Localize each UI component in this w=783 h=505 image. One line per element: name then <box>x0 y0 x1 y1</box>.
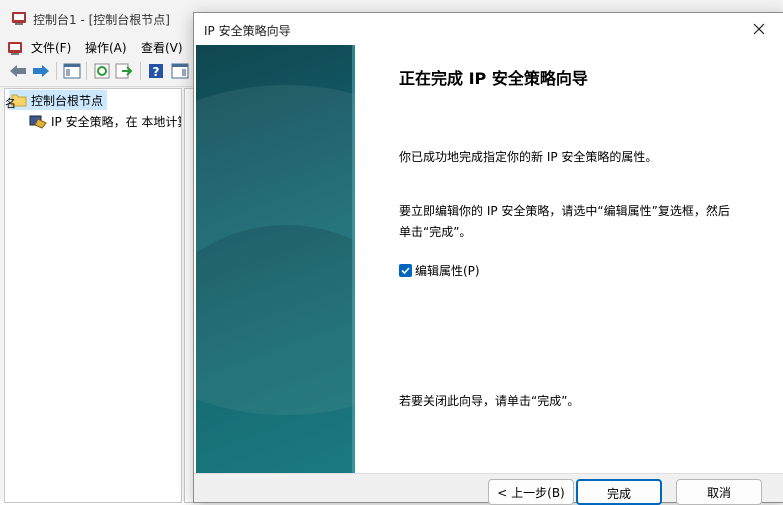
menu-action[interactable]: 操作(A) <box>85 39 127 56</box>
back-button[interactable]: < 上一步(B) <box>488 479 574 505</box>
tree-node-ip-security-policies[interactable]: IP 安全策略，在 本地计算机 <box>29 111 181 131</box>
console-tree-pane: 控制台根节点 IP 安全策略，在 本地计算机 <box>4 88 182 503</box>
ip-security-policy-wizard-dialog: IP 安全策略向导 正在完成 IP 安全策略向导 你已成功地完成指定你的新 IP… <box>193 12 783 503</box>
toolbar-separator <box>86 62 87 80</box>
mmc-app-icon <box>11 10 27 26</box>
menu-view[interactable]: 查看(V) <box>141 39 183 56</box>
wizard-title: IP 安全策略向导 <box>204 24 291 38</box>
wizard-close-instructions: 若要关闭此向导，请单击“完成”。 <box>399 394 580 408</box>
back-arrow-icon[interactable] <box>8 61 28 81</box>
export-list-icon[interactable] <box>114 61 134 81</box>
results-column-header[interactable]: 名 <box>5 95 16 111</box>
cancel-button[interactable]: 取消 <box>676 479 762 505</box>
ip-security-policy-icon <box>29 113 47 129</box>
tree-node-console-root[interactable]: 控制台根节点 <box>9 90 108 110</box>
toolbar-separator <box>56 62 57 80</box>
forward-arrow-icon[interactable] <box>31 61 51 81</box>
svg-text:?: ? <box>153 65 160 79</box>
refresh-icon[interactable] <box>92 61 112 81</box>
help-icon[interactable]: ? <box>146 61 166 81</box>
wizard-edit-instructions: 要立即编辑你的 IP 安全策略，请选中“编辑属性”复选框，然后单击“完成”。 <box>399 204 730 239</box>
edit-properties-checkbox-row[interactable]: 编辑属性(P) <box>399 262 480 279</box>
menu-file[interactable]: 文件(F) <box>31 39 71 56</box>
tree-node-label: IP 安全策略，在 本地计算机 <box>51 114 181 129</box>
mmc-window-title: 控制台1 - [控制台根节点] <box>33 13 170 27</box>
close-icon[interactable] <box>742 17 776 41</box>
edit-properties-checkbox[interactable] <box>399 264 412 277</box>
wizard-success-text: 你已成功地完成指定你的新 IP 安全策略的属性。 <box>399 150 658 164</box>
show-hide-console-tree-icon[interactable] <box>62 61 82 81</box>
console-menu-icon[interactable] <box>7 40 23 56</box>
wizard-banner-edge <box>352 45 355 473</box>
toolbar-separator <box>140 62 141 80</box>
finish-button[interactable]: 完成 <box>576 479 662 505</box>
edit-properties-label[interactable]: 编辑属性(P) <box>415 262 480 279</box>
wizard-side-banner <box>196 45 355 473</box>
tree-node-label: 控制台根节点 <box>31 93 104 108</box>
wizard-heading: 正在完成 IP 安全策略向导 <box>399 69 588 88</box>
show-hide-action-pane-icon[interactable] <box>170 61 190 81</box>
